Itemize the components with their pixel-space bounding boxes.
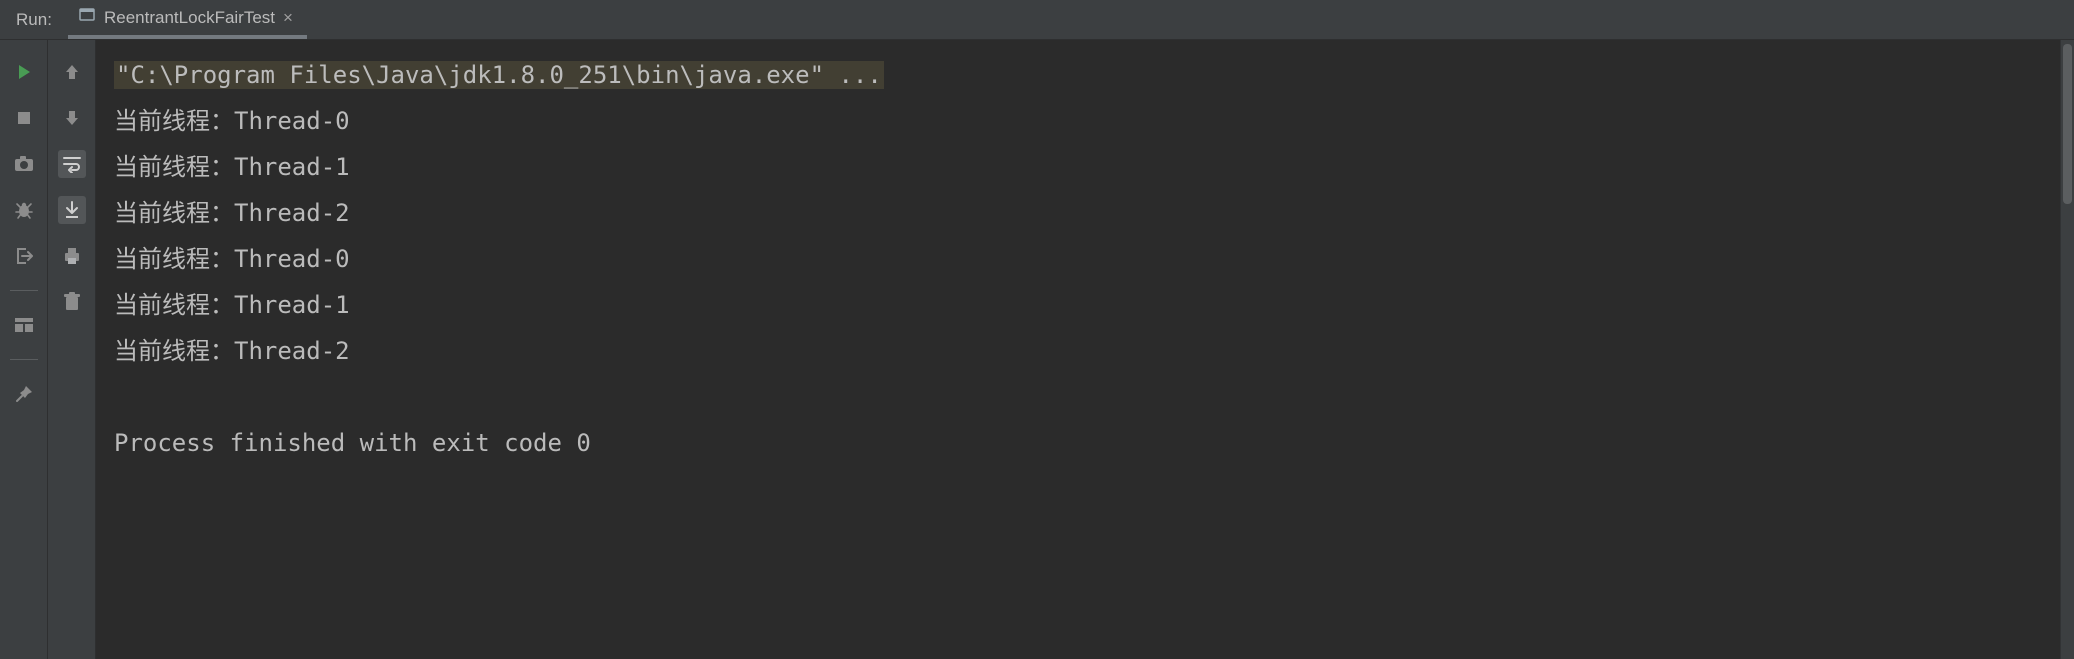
run-label: Run: [0,0,68,39]
run-tab[interactable]: ReentrantLockFairTest × [68,0,307,39]
rerun-icon[interactable] [10,58,38,86]
stop-icon[interactable] [10,104,38,132]
command-line: "C:\Program Files\Java\jdk1.8.0_251\bin\… [114,61,884,89]
thread-name: Thread-0 [234,245,350,273]
down-icon[interactable] [58,104,86,132]
run-toolbar-primary [0,40,48,659]
thread-name: Thread-1 [234,291,350,319]
bug-icon[interactable] [10,196,38,224]
console-output[interactable]: "C:\Program Files\Java\jdk1.8.0_251\bin\… [96,40,2060,659]
toolbar-separator [10,290,38,291]
wrap-icon[interactable] [58,150,86,178]
exit-icon[interactable] [10,242,38,270]
print-icon[interactable] [58,242,86,270]
line-prefix: 当前线程： [114,245,234,273]
exit-message: Process finished with exit code 0 [114,429,591,457]
toolbar-separator [10,359,38,360]
run-body: "C:\Program Files\Java\jdk1.8.0_251\bin\… [0,40,2074,659]
run-tab-title: ReentrantLockFairTest [104,8,275,28]
thread-name: Thread-0 [234,107,350,135]
thread-name: Thread-2 [234,337,350,365]
thread-name: Thread-2 [234,199,350,227]
scrollbar-thumb[interactable] [2063,44,2072,204]
line-prefix: 当前线程： [114,291,234,319]
trash-icon[interactable] [58,288,86,316]
pin-icon[interactable] [10,380,38,408]
scroll-end-icon[interactable] [58,196,86,224]
line-prefix: 当前线程： [114,153,234,181]
thread-name: Thread-1 [234,153,350,181]
camera-icon[interactable] [10,150,38,178]
up-icon[interactable] [58,58,86,86]
run-tool-window: Run: ReentrantLockFairTest × [0,0,2074,659]
line-prefix: 当前线程： [114,199,234,227]
run-toolbar-secondary [48,40,96,659]
run-header-bar: Run: ReentrantLockFairTest × [0,0,2074,40]
line-prefix: 当前线程： [114,337,234,365]
close-icon[interactable]: × [283,9,293,26]
layout-icon[interactable] [10,311,38,339]
line-prefix: 当前线程： [114,107,234,135]
application-icon [78,6,96,29]
vertical-scrollbar[interactable] [2060,40,2074,659]
